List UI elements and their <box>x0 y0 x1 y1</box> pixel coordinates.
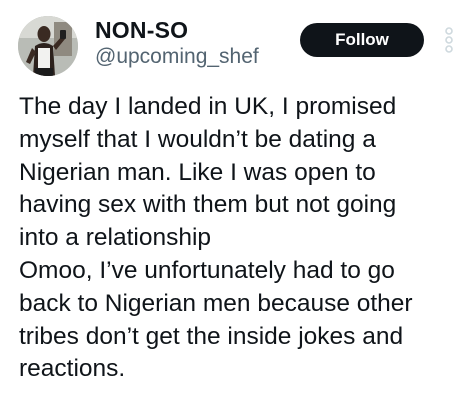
author-display-name[interactable]: NON-SO <box>95 17 188 44</box>
tweet-text-line: myself that I wouldn’t be dating a <box>19 125 376 153</box>
tweet-text-line: Nigerian man. Like I was open to <box>19 158 376 186</box>
author-handle[interactable]: @upcoming_shef <box>95 45 259 69</box>
tweet-text: The day I landed in UK, I promised mysel… <box>19 91 464 386</box>
tweet-text-line: reactions. <box>19 355 126 383</box>
tweet-text-line: having sex with them but not going <box>19 191 397 219</box>
tweet-text-line: tribes don’t get the inside jokes and <box>19 322 404 350</box>
more-options-button[interactable] <box>440 26 458 54</box>
tweet-text-line: Omoo, I’ve unfortunately had to go <box>19 256 395 284</box>
avatar-photo <box>18 16 78 76</box>
tweet-card: NON-SO @upcoming_shef Follow The day I l… <box>0 0 473 401</box>
follow-button[interactable]: Follow <box>300 23 424 57</box>
tweet-text-line: back to Nigerian men because other <box>19 289 413 317</box>
avatar[interactable] <box>18 16 78 76</box>
tweet-text-line: into a relationship <box>19 224 212 252</box>
tweet-text-line: The day I landed in UK, I promised <box>19 93 397 120</box>
more-vertical-icon <box>445 27 453 53</box>
